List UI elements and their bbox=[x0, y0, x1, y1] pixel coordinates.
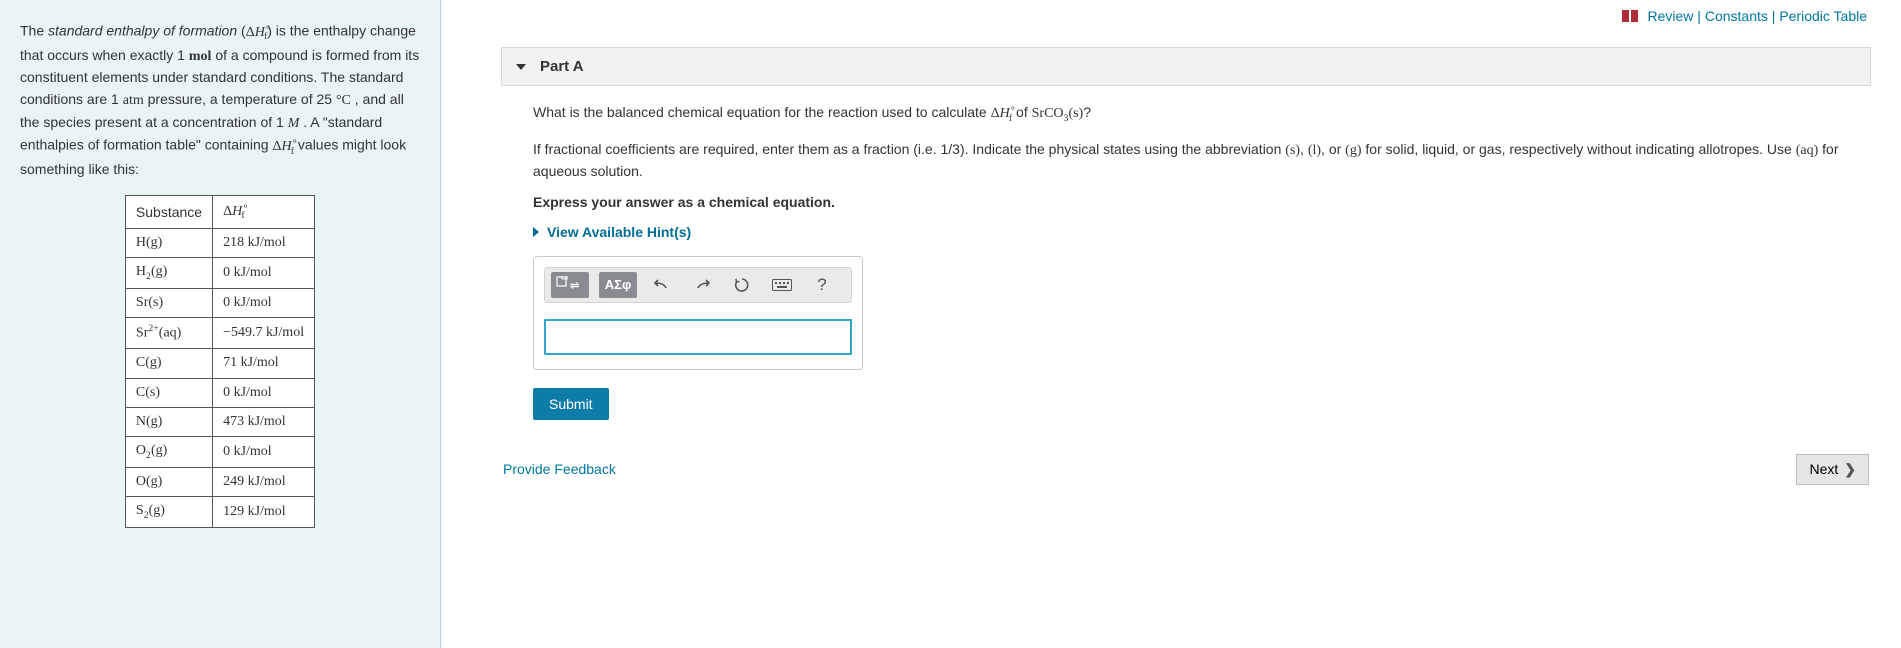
table-row: C(s)0 kJ/mol bbox=[125, 378, 314, 407]
answer-container: ⇌ ΑΣφ ? bbox=[533, 256, 863, 370]
table-row: C(g)71 kJ/mol bbox=[125, 349, 314, 378]
express-instruction: Express your answer as a chemical equati… bbox=[533, 194, 1859, 210]
caret-down-icon bbox=[516, 64, 526, 70]
undo-button[interactable] bbox=[647, 272, 677, 298]
table-row: N(g)473 kJ/mol bbox=[125, 407, 314, 436]
next-label: Next bbox=[1809, 461, 1838, 477]
delta-hf-symbol: ΔH∘f bbox=[246, 25, 268, 40]
table-row: S2(g)129 kJ/mol bbox=[125, 497, 314, 528]
answer-input[interactable] bbox=[544, 319, 852, 355]
review-link[interactable]: Review bbox=[1648, 8, 1694, 24]
table-row: O(g)249 kJ/mol bbox=[125, 468, 314, 497]
part-a-header[interactable]: Part A bbox=[501, 47, 1871, 86]
equation-toolbar: ⇌ ΑΣφ ? bbox=[544, 267, 852, 303]
question-prompt: What is the balanced chemical equation f… bbox=[533, 102, 1859, 126]
next-button[interactable]: Next ❯ bbox=[1796, 454, 1869, 485]
part-title: Part A bbox=[540, 58, 584, 75]
constants-link[interactable]: Constants bbox=[1705, 8, 1768, 24]
submit-button[interactable]: Submit bbox=[533, 388, 609, 420]
view-hints-toggle[interactable]: View Available Hint(s) bbox=[533, 224, 1859, 240]
info-panel: The standard enthalpy of formation (ΔH∘f… bbox=[0, 0, 440, 648]
greek-letters-button[interactable]: ΑΣφ bbox=[599, 272, 637, 298]
question-instructions: If fractional coefficients are required,… bbox=[533, 139, 1859, 182]
table-row: Sr2+(aq)−549.7 kJ/mol bbox=[125, 318, 314, 349]
flag-icon[interactable] bbox=[1622, 9, 1638, 25]
provide-feedback-link[interactable]: Provide Feedback bbox=[503, 461, 616, 477]
table-row: Sr(s)0 kJ/mol bbox=[125, 288, 314, 317]
question-panel: Review | Constants | Periodic Table Part… bbox=[441, 0, 1901, 648]
keyboard-button[interactable] bbox=[767, 272, 797, 298]
table-row: O2(g)0 kJ/mol bbox=[125, 437, 314, 468]
table-row: H2(g)0 kJ/mol bbox=[125, 257, 314, 288]
view-hints-label: View Available Hint(s) bbox=[547, 224, 691, 240]
table-row: H(g)218 kJ/mol bbox=[125, 228, 314, 257]
svg-text:⇌: ⇌ bbox=[570, 280, 580, 292]
caret-right-icon bbox=[533, 227, 539, 237]
reset-button[interactable] bbox=[727, 272, 757, 298]
enthalpy-table: Substance ΔH∘f H(g)218 kJ/mol H2(g)0 kJ/… bbox=[125, 195, 315, 529]
intro-text: The standard enthalpy of formation (ΔH∘f… bbox=[20, 20, 420, 181]
chevron-right-icon: ❯ bbox=[1844, 461, 1856, 478]
redo-button[interactable] bbox=[687, 272, 717, 298]
table-header-dhf: ΔH∘f bbox=[213, 195, 315, 228]
help-button[interactable]: ? bbox=[807, 272, 837, 298]
table-header-substance: Substance bbox=[125, 195, 212, 228]
template-button[interactable]: ⇌ bbox=[551, 272, 589, 298]
periodic-table-link[interactable]: Periodic Table bbox=[1779, 8, 1867, 24]
top-links: Review | Constants | Periodic Table bbox=[501, 8, 1871, 25]
